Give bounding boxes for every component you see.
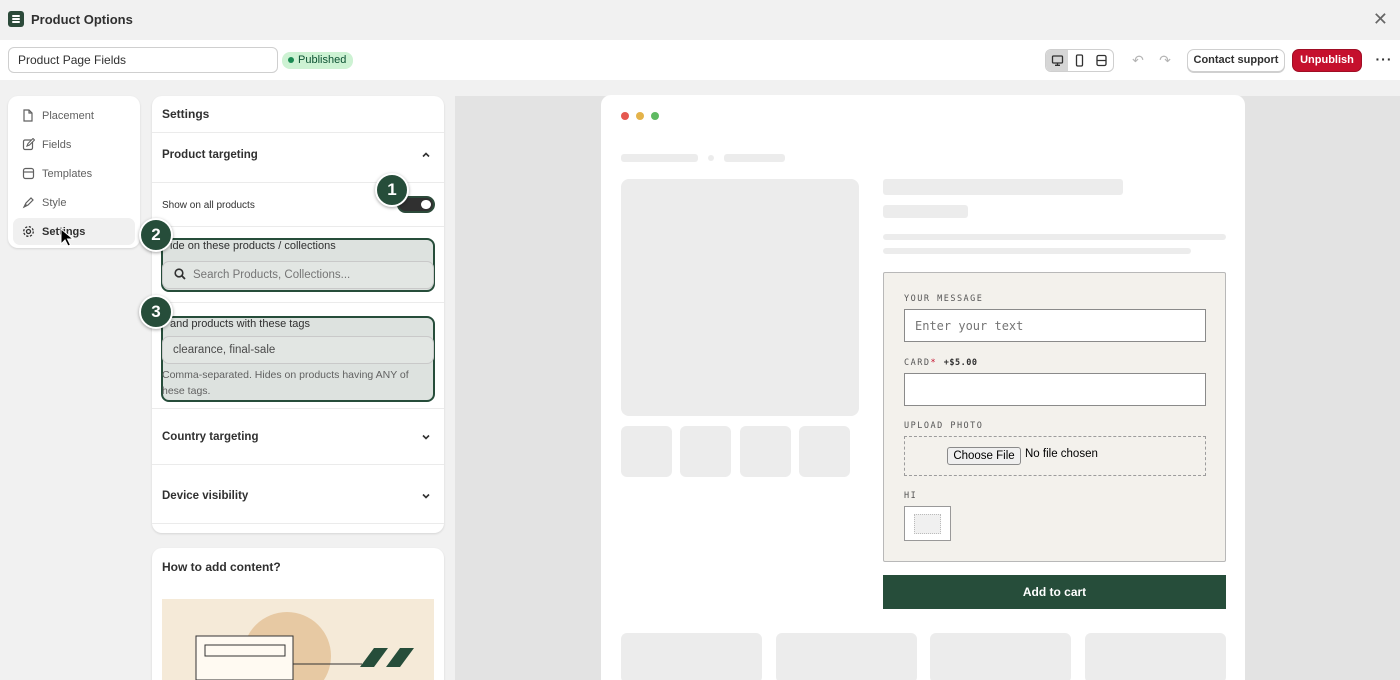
sidebar-item-settings[interactable]: Settings <box>13 218 135 245</box>
mouse-cursor-icon <box>60 228 74 247</box>
skeleton-text-line <box>883 248 1191 254</box>
app-title: Product Options <box>31 12 133 27</box>
redo-icon[interactable]: ↷ <box>1155 50 1175 70</box>
divider <box>152 464 444 465</box>
status-badge: Published <box>282 52 354 69</box>
storefront-preview: YOUR MESSAGE CARD* +$5.00 UPLOAD PHOTO C… <box>601 95 1245 680</box>
chevron-down-icon[interactable] <box>420 490 432 502</box>
window-dot-red <box>621 112 629 120</box>
chevron-up-icon[interactable] <box>420 149 432 161</box>
settings-panel: Settings Product targeting Show on all p… <box>152 96 444 533</box>
search-icon <box>174 268 186 280</box>
show-on-all-label: Show on all products <box>162 200 255 211</box>
skeleton-card <box>621 633 762 680</box>
tags-label: and products with these tags <box>170 318 311 330</box>
how-to-illustration <box>162 599 434 680</box>
divider <box>152 226 444 227</box>
settings-title: Settings <box>162 107 210 121</box>
mobile-icon <box>1075 54 1084 67</box>
divider <box>152 302 444 303</box>
step-marker-1: 1 <box>375 173 409 207</box>
skeleton-thumbnail <box>680 426 731 477</box>
title-bar: Product Options ✕ <box>0 0 1400 40</box>
window-dot-green <box>651 112 659 120</box>
product-collection-search-input[interactable] <box>162 261 434 289</box>
upload-dropzone[interactable]: Choose File No file chosen <box>904 436 1206 476</box>
tags-help-line: hese tags. <box>162 385 211 397</box>
tags-input[interactable] <box>162 336 434 364</box>
card-label: CARD <box>904 358 931 368</box>
brush-icon <box>21 196 35 210</box>
divider <box>152 523 444 524</box>
divider <box>152 408 444 409</box>
skeleton-thumbnail <box>621 426 672 477</box>
step-marker-3: 3 <box>139 295 173 329</box>
window-dot-yellow <box>636 112 644 120</box>
hi-label: HI <box>904 491 918 501</box>
skeleton-breadcrumb <box>724 154 785 162</box>
skeleton-product-image <box>621 179 859 416</box>
divider <box>152 132 444 133</box>
skeleton-thumbnail <box>740 426 791 477</box>
card-label-row: CARD* +$5.00 <box>904 358 977 368</box>
close-icon[interactable]: ✕ <box>1373 9 1388 29</box>
option-set-name-input[interactable] <box>8 47 278 73</box>
card-input[interactable] <box>904 373 1206 406</box>
sidebar-item-label: Fields <box>42 138 72 151</box>
sidebar-item-fields[interactable]: Fields <box>13 131 135 158</box>
skeleton-card <box>776 633 917 680</box>
how-to-card: How to add content? <box>152 548 444 680</box>
gear-icon <box>21 225 35 239</box>
chevron-down-icon[interactable] <box>420 431 432 443</box>
message-input[interactable] <box>904 309 1206 342</box>
swatch-image <box>914 514 941 534</box>
upload-label: UPLOAD PHOTO <box>904 421 984 431</box>
product-options-form: YOUR MESSAGE CARD* +$5.00 UPLOAD PHOTO C… <box>883 272 1226 562</box>
undo-icon[interactable]: ↶ <box>1128 50 1148 70</box>
mobile-view-button[interactable] <box>1068 50 1090 71</box>
desktop-view-button[interactable] <box>1046 50 1069 71</box>
contact-support-button[interactable]: Contact support <box>1187 49 1285 72</box>
expand-icon <box>1096 54 1107 67</box>
how-to-title: How to add content? <box>162 560 281 574</box>
unpublish-button[interactable]: Unpublish <box>1292 49 1362 72</box>
page-icon <box>21 109 35 123</box>
device-toggle-group <box>1045 49 1114 72</box>
skeleton-card <box>1085 633 1226 680</box>
app-icon <box>8 11 24 27</box>
tags-help-line: Comma-separated. Hides on products havin… <box>162 369 409 381</box>
sidebar-item-templates[interactable]: Templates <box>13 160 135 187</box>
product-targeting-title[interactable]: Product targeting <box>162 149 258 161</box>
skeleton-title <box>883 179 1123 195</box>
sidebar-nav: Placement Fields Templates Style Setting… <box>8 96 140 248</box>
image-swatch[interactable] <box>904 506 951 541</box>
templates-icon <box>21 167 35 181</box>
sidebar-item-style[interactable]: Style <box>13 189 135 216</box>
required-asterisk: * <box>930 358 938 368</box>
device-visibility-title[interactable]: Device visibility <box>162 490 248 502</box>
sidebar-item-label: Templates <box>42 167 93 180</box>
skeleton-card <box>930 633 1071 680</box>
more-actions-icon[interactable]: ··· <box>1374 50 1394 70</box>
skeleton-text-line <box>883 234 1226 240</box>
desktop-icon <box>1051 55 1063 66</box>
skeleton-thumbnail <box>799 426 850 477</box>
hide-products-label: ide on these products / collections <box>170 240 336 252</box>
step-marker-2: 2 <box>139 218 173 252</box>
add-to-cart-button[interactable]: Add to cart <box>883 575 1226 609</box>
no-file-text: No file chosen <box>1025 448 1098 460</box>
skeleton-breadcrumb <box>621 154 698 162</box>
sidebar-item-placement[interactable]: Placement <box>13 102 135 129</box>
fullscreen-view-button[interactable] <box>1091 50 1113 71</box>
skeleton-dot <box>708 155 714 161</box>
card-price: +$5.00 <box>943 358 978 368</box>
skeleton-price <box>883 205 968 218</box>
sidebar-item-label: Style <box>42 196 67 209</box>
sidebar-item-label: Placement <box>42 109 94 122</box>
tags-help-text: Comma-separated. Hides on products havin… <box>162 367 432 399</box>
message-label: YOUR MESSAGE <box>904 294 984 304</box>
edit-icon <box>21 138 35 152</box>
country-targeting-title[interactable]: Country targeting <box>162 431 258 443</box>
choose-file-button[interactable]: Choose File <box>947 447 1021 465</box>
